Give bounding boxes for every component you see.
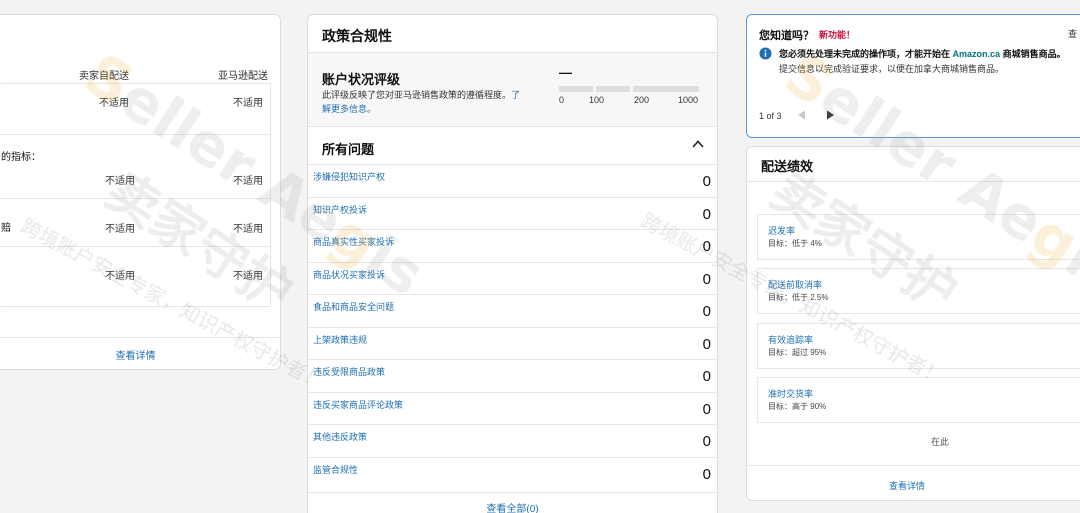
issue-label[interactable]: 监管合规性 (313, 463, 358, 476)
pagination-indicator: 1 of 3 (759, 111, 782, 121)
new-feature-badge: 新功能！ (819, 30, 856, 40)
issue-row[interactable]: 违反受限商品政策 0 (308, 359, 717, 392)
metric-name-link[interactable]: 迟发率 (768, 224, 795, 237)
more-info-fragment[interactable]: 在此 (931, 435, 949, 448)
rating-description: 此评级反映了您对亚马逊销售政策的遵循程度。了解更多信息。 (322, 88, 527, 116)
issue-count: 0 (702, 173, 711, 190)
view-link-fragment[interactable]: 查 (1068, 27, 1077, 40)
column-header-seller-fulfilled: 卖家自配送 (79, 71, 129, 82)
metric-target: 目标：高于 90% (768, 402, 827, 411)
issue-row[interactable]: 食品和商品安全问题 0 (308, 294, 717, 327)
view-details-container: 查看详情 (747, 465, 1080, 492)
issue-count: 0 (702, 205, 711, 223)
rating-value: — (559, 65, 572, 80)
did-you-know-title: 您知道吗？ (759, 30, 814, 42)
issue-row[interactable]: 监管合规性 0 (308, 456, 717, 490)
metric-target: 目标：低于 4% (768, 239, 822, 248)
issue-count: 0 (702, 368, 711, 385)
na-value: 不适用 (233, 176, 263, 187)
notice-text-secondary: 提交信息以完成验证要求，以便在加拿大商城销售商品。 (779, 64, 1005, 74)
policy-compliance-card: 政策合规性 账户状况评级 此评级反映了您对亚马逊销售政策的遵循程度。了解更多信息… (307, 14, 718, 513)
next-arrow-icon[interactable] (825, 110, 835, 120)
na-value: 不适用 (105, 271, 135, 282)
issue-row[interactable]: 涉嫌侵犯知识产权 0 (308, 164, 717, 197)
issue-row[interactable]: 商品状况买家投诉 0 (308, 261, 717, 295)
card-title: 政策合规性 (322, 28, 392, 44)
view-all-link[interactable]: 查看全部(0) (308, 492, 717, 513)
scale-tick: 100 (589, 95, 605, 105)
account-metrics-card: 卖家自配送 亚马逊配送 不适用 不适用 的指标： 不适用 不适用 赔 不适用 不… (0, 14, 281, 370)
issue-label[interactable]: 商品状况买家投诉 (313, 268, 385, 281)
issue-count: 0 (702, 238, 711, 255)
rating-bar-segment (596, 86, 630, 92)
na-value: 不适用 (105, 224, 135, 235)
all-issues-title: 所有问题 (322, 142, 375, 157)
issue-count: 0 (702, 270, 711, 288)
issue-label[interactable]: 商品真实性买家投诉 (313, 235, 394, 248)
issue-label[interactable]: 上架政策违规 (313, 333, 367, 346)
shipping-metric: 准时交货率目标：高于 90% (757, 377, 1080, 423)
na-value: 不适用 (99, 98, 129, 109)
notice-text: 您必须先处理未完成的操作项，才能开始在 Amazon.ca 商城销售商品。 (779, 47, 1066, 60)
scale-tick: 1000 (678, 95, 699, 105)
issue-count: 0 (702, 400, 711, 418)
issue-row[interactable]: 知识产权投诉 0 (308, 196, 717, 230)
metric-target: 目标：低于 2.5% (768, 293, 829, 302)
card-title: 配送绩效 (761, 159, 814, 174)
issue-count: 0 (702, 433, 711, 450)
na-value: 不适用 (233, 224, 263, 235)
scale-tick: 200 (634, 95, 650, 105)
view-details-link[interactable]: 查看详情 (0, 347, 280, 362)
metric-name-link[interactable]: 有效追踪率 (768, 333, 813, 346)
na-value: 不适用 (233, 98, 263, 109)
issue-label[interactable]: 其他违反政策 (313, 430, 367, 443)
notice-text-prefix: 您必须先处理未完成的操作项，才能开始在 (779, 49, 951, 59)
amazon-ca-link[interactable]: Amazon.ca (953, 49, 1001, 59)
na-value: 不适用 (105, 176, 135, 187)
issue-label[interactable]: 知识产权投诉 (313, 203, 367, 216)
issue-label[interactable]: 违反买家商品评论政策 (313, 398, 403, 411)
metric-target: 目标：超过 95% (768, 348, 827, 357)
metrics-table (1, 83, 271, 307)
column-header-amazon-fulfilled: 亚马逊配送 (218, 71, 268, 82)
shipping-metric: 有效追踪率目标：超过 95% (757, 323, 1080, 369)
account-health-rating: 账户状况评级 此评级反映了您对亚马逊销售政策的遵循程度。了解更多信息。 — 0 … (308, 52, 717, 127)
issue-row[interactable]: 其他违反政策 0 (308, 424, 717, 457)
scale-tick: 0 (559, 95, 565, 105)
issue-label[interactable]: 涉嫌侵犯知识产权 (313, 170, 385, 183)
view-details-link[interactable]: 查看详情 (889, 481, 925, 491)
metrics-label: 的指标： (1, 152, 41, 163)
issue-label[interactable]: 违反受限商品政策 (313, 365, 385, 378)
issue-row[interactable]: 商品真实性买家投诉 0 (308, 229, 717, 262)
info-icon (759, 47, 772, 60)
issue-row[interactable]: 上架政策违规 0 (308, 326, 717, 360)
rating-bar-segment (633, 86, 699, 92)
notice-text-suffix: 商城销售商品。 (1002, 49, 1066, 59)
rating-bar-segment (559, 86, 593, 92)
shipping-metric: 迟发率目标：低于 4% (757, 214, 1080, 260)
previous-arrow-icon[interactable] (797, 110, 807, 120)
metric-name-link[interactable]: 配送前取消率 (768, 278, 822, 291)
metric-row-link[interactable]: 赔 (1, 219, 11, 234)
rating-title: 账户状况评级 (322, 72, 401, 87)
rating-description-text: 此评级反映了您对亚马逊销售政策的遵循程度。 (322, 90, 512, 100)
issue-count: 0 (702, 465, 711, 483)
issue-count: 0 (702, 335, 711, 353)
shipping-performance-card: 配送绩效 迟发率 目标：低于 4% 配送前取消率 目标：低于 2.5% 有效追踪率 目标：… (746, 146, 1080, 501)
issue-row[interactable]: 违反买家商品评论政策 0 (308, 391, 717, 425)
issue-label[interactable]: 食品和商品安全问题 (313, 300, 394, 313)
metric-name-link[interactable]: 准时交货率 (768, 387, 813, 400)
issue-count: 0 (702, 303, 711, 320)
na-value: 不适用 (233, 271, 263, 282)
shipping-metric: 配送前取消率目标：低于 2.5% (757, 268, 1080, 314)
chevron-up-icon[interactable] (691, 137, 705, 151)
did-you-know-card: 您知道吗？ 新功能！ 您必须先处理未完成的操作项，才能开始在 Amazon.ca… (746, 14, 1080, 138)
